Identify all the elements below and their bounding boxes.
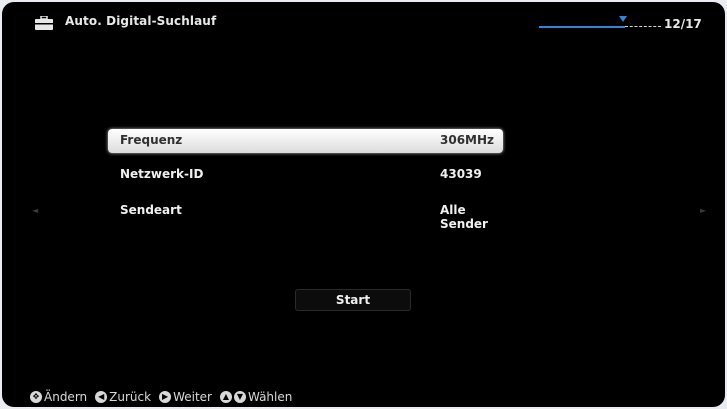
progress-filled — [539, 26, 625, 28]
progress-remaining — [625, 26, 661, 27]
setting-label: Netzwerk-ID — [120, 167, 204, 181]
toolbox-icon — [35, 16, 53, 30]
arrow-left-icon: ◀ — [95, 391, 108, 403]
setting-label: Sendeart — [120, 203, 182, 217]
setting-value: 43039 — [440, 167, 482, 181]
progress-marker-icon — [619, 16, 627, 22]
arrow-up-icon: ▲ — [219, 391, 232, 403]
tv-screen: Auto. Digital-Suchlauf 12/17 Frequenz 30… — [2, 2, 725, 407]
setting-row-sendeart[interactable]: Sendeart Alle Sender — [108, 199, 503, 231]
legend-next: Weiter — [173, 390, 212, 404]
button-legend: ✥ Ändern ◀ Zurück ▶ Weiter ▲ ▼ Wählen — [30, 390, 300, 404]
setting-value: Alle Sender — [440, 203, 488, 231]
page-title: Auto. Digital-Suchlauf — [65, 14, 217, 28]
progress-indicator — [539, 16, 662, 30]
legend-select: Wählen — [247, 390, 293, 404]
setting-label: Frequenz — [120, 133, 183, 147]
setting-row-netzwerk-id[interactable]: Netzwerk-ID 43039 — [108, 163, 503, 187]
start-button[interactable]: Start — [295, 289, 411, 311]
arrow-down-icon: ▼ — [233, 391, 246, 403]
setting-row-frequenz[interactable]: Frequenz 306MHz — [108, 129, 503, 153]
legend-back: Zurück — [109, 390, 152, 404]
arrow-left-icon: ◄ — [32, 206, 39, 215]
dpad-icon: ✥ — [30, 391, 42, 403]
legend-change: Ändern — [44, 390, 88, 404]
page-counter: 12/17 — [664, 17, 702, 31]
arrow-right-icon: ► — [700, 206, 707, 215]
arrow-right-icon: ▶ — [159, 391, 172, 403]
setting-value: 306MHz — [440, 133, 495, 147]
